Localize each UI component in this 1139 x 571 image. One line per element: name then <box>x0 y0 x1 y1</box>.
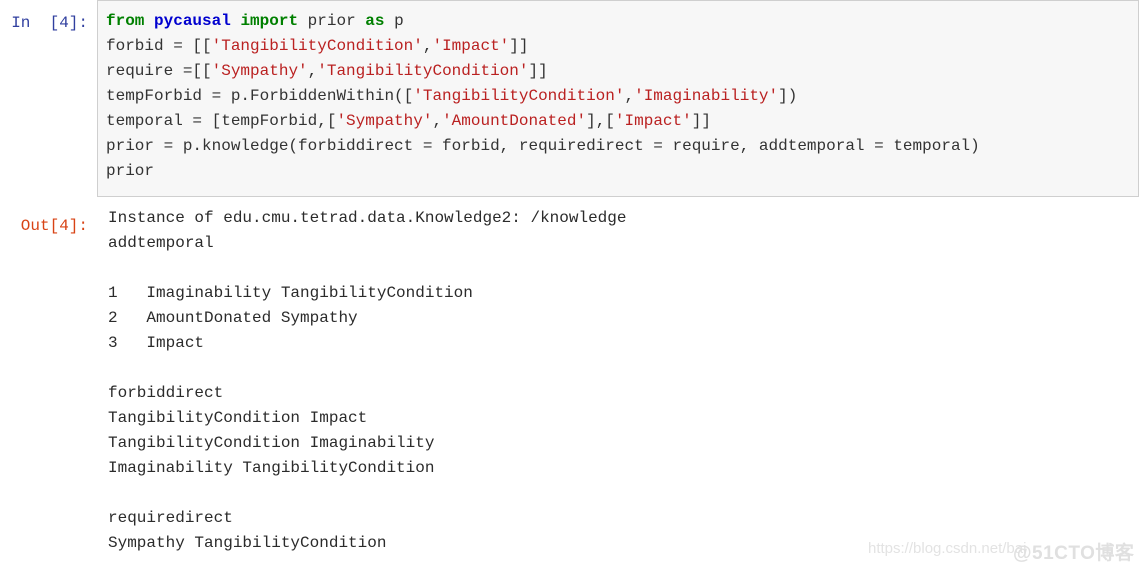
code-token-pl: , <box>432 112 443 130</box>
code-token-mod: pycausal <box>154 12 241 30</box>
code-line: prior <box>106 159 1138 184</box>
code-token-pl: ],[ <box>586 112 615 130</box>
output-line: 3 Impact <box>108 334 205 352</box>
code-token-pl: ]) <box>778 87 798 105</box>
code-token-pl: prior <box>106 162 155 180</box>
code-token-str: 'Impact' <box>614 112 692 130</box>
notebook-input-cell[interactable]: In [4]: from pycausal import prior as pf… <box>0 0 1139 199</box>
output-line: requiredirect <box>108 509 233 527</box>
code-lines-container: from pycausal import prior as p forbid = … <box>106 9 1138 184</box>
code-token-str: 'Sympathy' <box>336 112 433 130</box>
output-line: forbiddirect <box>108 384 224 402</box>
output-line: Instance of edu.cmu.tetrad.data.Knowledg… <box>108 209 627 227</box>
code-token-pl: prior = p.knowledge(forbiddirect = forbi… <box>106 137 980 155</box>
code-token-pl: temporal = [tempForbid,[ <box>106 112 337 130</box>
output-blank-line <box>108 481 1139 506</box>
output-line: 2 AmountDonated Sympathy <box>108 309 358 327</box>
code-token-pl: ]] <box>509 37 529 55</box>
code-line: require =[['Sympathy','TangibilityCondit… <box>106 59 1138 84</box>
output-text-area: Instance of edu.cmu.tetrad.data.Knowledg… <box>97 203 1139 556</box>
output-line: addtemporal <box>108 234 214 252</box>
output-blank-line <box>108 356 1139 381</box>
code-token-pl: p <box>394 12 404 30</box>
code-line: tempForbid = p.ForbiddenWithin(['Tangibi… <box>106 84 1138 109</box>
code-token-pl: ]] <box>691 112 711 130</box>
code-token-str: 'TangibilityCondition' <box>211 37 423 55</box>
code-token-pl: tempForbid = p.ForbiddenWithin([ <box>106 87 414 105</box>
code-token-str: 'AmountDonated' <box>442 112 587 130</box>
code-token-str: 'Imaginability' <box>634 87 779 105</box>
code-token-pl: forbid = [[ <box>106 37 212 55</box>
code-token-kw: import <box>240 12 308 30</box>
output-line: TangibilityCondition Imaginability <box>108 434 435 452</box>
code-line: prior = p.knowledge(forbiddirect = forbi… <box>106 134 1138 159</box>
code-token-pl: prior <box>307 12 366 30</box>
code-token-pl: ]] <box>528 62 548 80</box>
code-token-pl: , <box>307 62 318 80</box>
code-token-str: 'TangibilityCondition' <box>317 62 529 80</box>
code-line: forbid = [['TangibilityCondition','Impac… <box>106 34 1138 59</box>
code-token-kw: as <box>365 12 395 30</box>
notebook-output-cell: Out[4]: Instance of edu.cmu.tetrad.data.… <box>0 203 1139 556</box>
code-token-kw: from <box>106 12 155 30</box>
output-line: TangibilityCondition Impact <box>108 409 368 427</box>
input-prompt-label: In [4]: <box>11 14 88 32</box>
output-prompt-label: Out[4]: <box>20 217 88 235</box>
code-editor-area[interactable]: from pycausal import prior as p forbid = … <box>97 0 1139 197</box>
code-token-str: 'Impact' <box>432 37 510 55</box>
output-line: 1 Imaginability TangibilityCondition <box>108 284 473 302</box>
code-token-str: 'Sympathy' <box>211 62 308 80</box>
code-line: from pycausal import prior as p <box>106 9 1138 34</box>
code-token-str: 'TangibilityCondition' <box>413 87 625 105</box>
output-line: Imaginability TangibilityCondition <box>108 459 435 477</box>
output-lines-container: Instance of edu.cmu.tetrad.data.Knowledg… <box>108 206 1139 556</box>
code-token-pl: require =[[ <box>106 62 212 80</box>
code-line: temporal = [tempForbid,['Sympathy','Amou… <box>106 109 1138 134</box>
output-line: Sympathy TangibilityCondition <box>108 534 387 552</box>
output-blank-line <box>108 256 1139 281</box>
code-token-pl: , <box>624 87 635 105</box>
